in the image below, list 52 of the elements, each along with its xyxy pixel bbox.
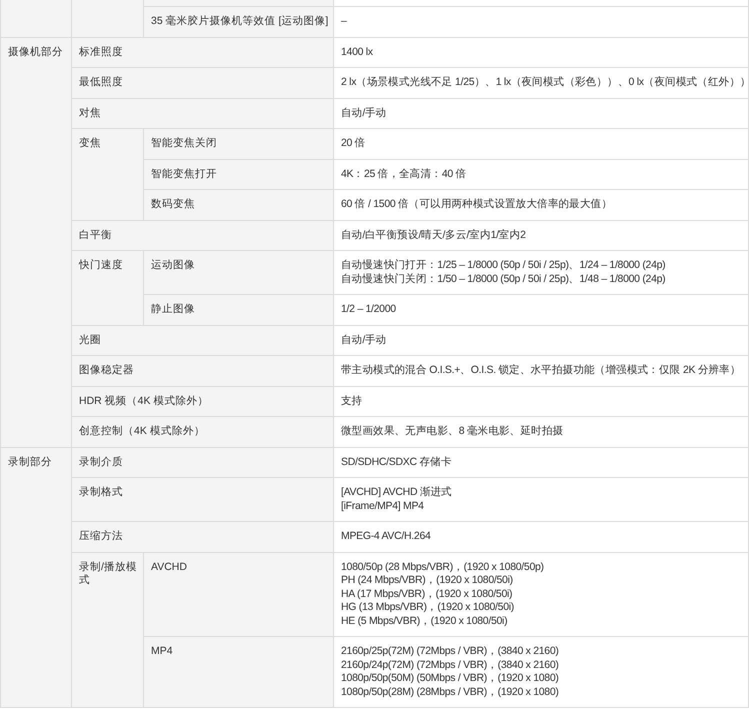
value-text: 带主动模式的混合 O.I.S.+、O.I.S. 锁定、水平拍摄功能（增强模式：仅限 2K 分辨率）: [341, 364, 741, 378]
value-text: 微型画效果、无声电影、8 毫米电影、延时拍摄: [341, 425, 564, 438]
spec-label: 录制格式: [79, 486, 123, 500]
spec-label: 最低照度: [79, 76, 123, 90]
value-text: HG (13 Mbps/VBR)，(1920 x 1080/50i): [341, 601, 514, 614]
value-text: 2160p/25p(72M) (72Mbps / VBR)，(3840 x 2160): [341, 645, 559, 658]
value-text: 自动/手动: [341, 334, 386, 347]
value-text: 自动/手动: [341, 106, 386, 120]
spec-label: 标准照度: [79, 46, 123, 59]
value-text: –: [341, 15, 347, 28]
value-text: 1/2 – 1/2000: [341, 303, 396, 316]
value-text: SD/SDHC/SDXC 存储卡: [341, 456, 452, 469]
spec-sublabel: AVCHD: [151, 560, 187, 574]
value-text: 1080p/50p(50M) (50Mbps / VBR)，(1920 x 1080): [341, 672, 559, 686]
spec-label: 对焦: [79, 106, 101, 120]
spec-label: 光圈: [79, 334, 101, 347]
spec-sublabel: 智能变焦关闭: [151, 137, 217, 150]
value-text: 60 倍 / 1500 倍（可以用两种模式设置放大倍率的最大值）: [341, 198, 612, 212]
value-text: [AVCHD] AVCHD 渐进式: [341, 486, 452, 500]
spec-label: 录制介质: [79, 456, 123, 469]
value-text: 自动/白平衡预设/晴天/多云/室内1/室内2: [341, 228, 526, 242]
spec-sublabel: 35 毫米胶片摄像机等效值 [运动图像]: [151, 15, 328, 28]
value-text: PH (24 Mbps/VBR)，(1920 x 1080/50i): [341, 574, 513, 588]
spec-label: HDR 视频（4K 模式除外）: [79, 394, 208, 408]
spec-label: 创意控制（4K 模式除外）: [79, 425, 205, 438]
spec-label: 快门速度: [79, 259, 123, 272]
value-text: 支持: [341, 394, 362, 408]
value-text: 1080/50p (28 Mbps/VBR)，(1920 x 1080/50p): [341, 560, 544, 574]
spec-label: 录制/播放模式: [79, 560, 138, 588]
spec-label: 变焦: [79, 137, 101, 150]
value-text: 自动慢速快门打开：1/25 – 1/8000 (50p / 50i / 25p)、1/24 – 1/8000 (24p): [341, 259, 666, 272]
spec-sublabel: 运动图像: [151, 259, 195, 272]
spec-label: 图像稳定器: [79, 364, 134, 378]
value-text: 20 倍: [341, 137, 366, 150]
value-text: 2160p/24p(72M) (72Mbps / VBR)，(3840 x 2160): [341, 658, 559, 672]
value-text: 2 lx（场景模式光线不足 1/25）、1 lx（夜间模式（彩色））、0 lx（夜间模式（红外））: [341, 76, 749, 90]
value-text: HA (17 Mbps/VBR)，(1920 x 1080/50i): [341, 588, 512, 601]
section-label: 摄像机部分: [8, 46, 63, 59]
value-text: 自动慢速快门关闭：1/50 – 1/8000 (50p / 50i / 25p)、1/48 – 1/8000 (24p): [341, 272, 666, 286]
section-label: 录制部分: [8, 456, 52, 469]
spec-label: 白平衡: [79, 228, 112, 242]
spec-label: 压缩方法: [79, 530, 123, 544]
value-text: 1400 lx: [341, 46, 373, 59]
spec-sublabel: 静止图像: [151, 303, 195, 316]
value-text: MPEG-4 AVC/H.264: [341, 530, 431, 544]
spec-sublabel: MP4: [151, 645, 173, 658]
value-text: 4K：25 倍，全高清：40 倍: [341, 168, 466, 181]
spec-sublabel: 智能变焦打开: [151, 168, 217, 181]
spec-sublabel: 数码变焦: [151, 198, 195, 212]
value-text: HE (5 Mbps/VBR)，(1920 x 1080/50i): [341, 614, 508, 628]
value-text: [iFrame/MP4] MP4: [341, 500, 424, 513]
value-text: 1080p/50p(28M) (28Mbps / VBR)，(1920 x 1080): [341, 686, 559, 699]
